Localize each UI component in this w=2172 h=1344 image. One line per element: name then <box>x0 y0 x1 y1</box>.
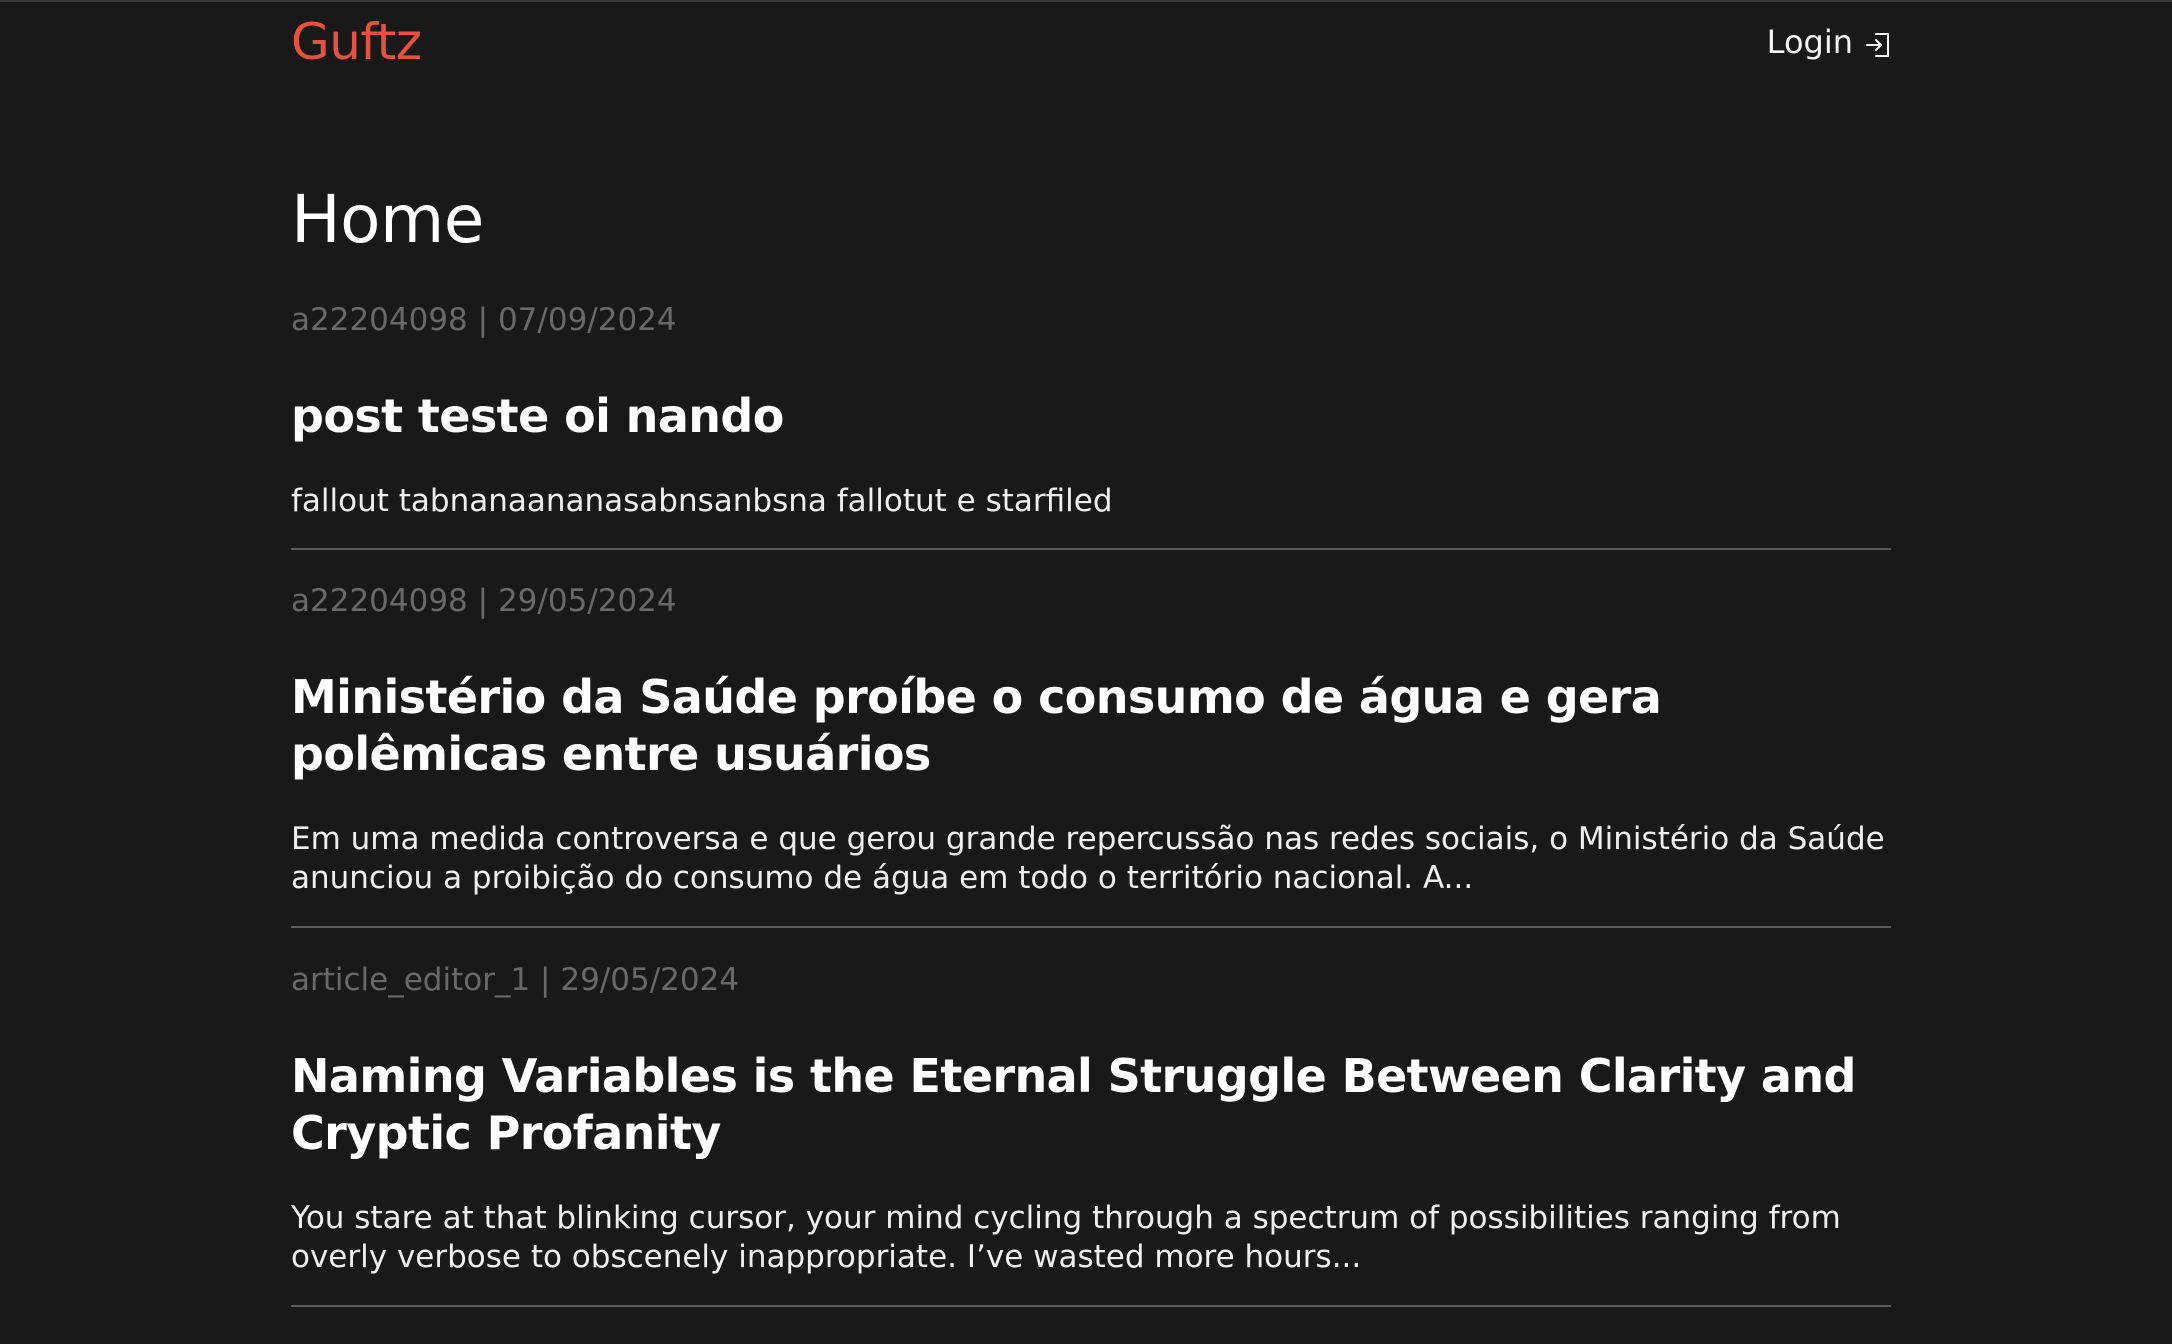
post-item[interactable]: article_editor_1 | 29/05/2024 Naming Var… <box>291 960 1891 1277</box>
post-meta: a22204098 | 07/09/2024 <box>291 302 677 338</box>
post-author: a22204098 <box>291 302 468 338</box>
post-divider <box>291 926 1891 928</box>
post-divider <box>291 548 1891 550</box>
login-label: Login <box>1766 23 1853 61</box>
post-excerpt: fallout tabnanaananasabnsanbsna fallotut… <box>291 483 1113 519</box>
post-author: article_editor_1 <box>291 962 531 998</box>
login-icon <box>1865 25 1891 57</box>
post-divider <box>291 1305 1891 1307</box>
brand-logo-link[interactable]: Guftz <box>291 12 422 72</box>
post-title[interactable]: post teste oi nando <box>291 388 1891 445</box>
post-meta: a22204098 | 29/05/2024 <box>291 583 677 619</box>
post-date: 29/05/2024 <box>560 962 740 998</box>
site-header: Guftz Login <box>291 0 1891 90</box>
page-title: Home <box>291 181 484 258</box>
post-date: 07/09/2024 <box>497 302 677 338</box>
post-item[interactable]: a22204098 | 07/09/2024 post teste oi nan… <box>291 300 1891 521</box>
post-excerpt: Em uma medida controversa e que gerou gr… <box>291 821 1885 896</box>
page-container: Guftz Login Home a22204098 | 07/09/2024 … <box>291 0 1891 1307</box>
post-date: 29/05/2024 <box>497 583 677 619</box>
post-excerpt: You stare at that blinking cursor, your … <box>291 1200 1841 1275</box>
post-author: a22204098 <box>291 583 468 619</box>
login-link[interactable]: Login <box>1767 20 1891 64</box>
post-item[interactable]: a22204098 | 29/05/2024 Ministério da Saú… <box>291 581 1891 898</box>
post-title[interactable]: Naming Variables is the Eternal Struggle… <box>291 1048 1891 1162</box>
post-title[interactable]: Ministério da Saúde proíbe o consumo de … <box>291 669 1891 783</box>
post-meta: article_editor_1 | 29/05/2024 <box>291 962 740 998</box>
